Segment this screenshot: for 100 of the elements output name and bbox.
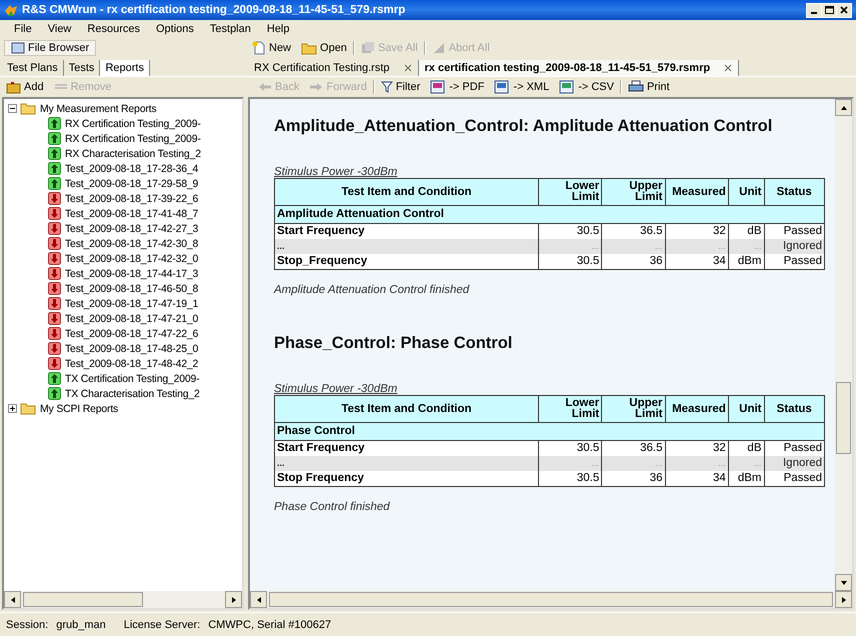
tree-item[interactable]: Test_2009-08-18_17-29-58_9 xyxy=(64,178,200,190)
column-header: Measured xyxy=(665,178,728,206)
table-cell: 32 xyxy=(665,224,728,239)
tree-item[interactable]: Test_2009-08-18_17-42-30_8 xyxy=(64,238,200,250)
collapse-icon[interactable] xyxy=(8,104,17,113)
down-arrow-icon xyxy=(48,192,61,205)
scrollbar-thumb[interactable] xyxy=(269,592,833,607)
down-arrow-icon xyxy=(48,297,61,310)
table-cell: 36 xyxy=(602,471,665,486)
menu-item[interactable]: Testplan xyxy=(202,23,259,35)
file-browser-button[interactable]: File Browser xyxy=(4,40,96,56)
export-icon xyxy=(494,80,510,94)
close-icon[interactable] xyxy=(724,64,732,72)
toolbar-button[interactable]: Add xyxy=(2,80,48,94)
tab[interactable]: Reports xyxy=(100,60,150,76)
maximize-button[interactable] xyxy=(822,4,836,16)
tree-item[interactable]: My Measurement Reports xyxy=(39,102,158,114)
column-header: Test Item and Condition xyxy=(274,178,538,206)
toolbar-button[interactable]: Filter xyxy=(376,80,424,94)
toolbar-button[interactable]: New xyxy=(248,40,296,56)
table-cell: 30.5 xyxy=(538,224,602,239)
toolbar-button[interactable]: Open xyxy=(297,40,351,56)
table-cell: 30.5 xyxy=(538,254,602,270)
menu-item[interactable]: View xyxy=(40,23,80,35)
up-arrow-icon xyxy=(48,177,61,190)
status-label: Session: xyxy=(6,618,48,630)
column-header: Upper Limit xyxy=(602,178,665,206)
maximize-icon xyxy=(824,6,834,14)
tree-item[interactable]: Test_2009-08-18_17-46-50_8 xyxy=(64,282,200,294)
menu-item[interactable]: File xyxy=(6,23,40,35)
down-arrow-icon xyxy=(48,342,61,355)
expand-icon[interactable] xyxy=(8,404,17,413)
down-arrow-icon xyxy=(48,222,61,235)
group-cell: Amplitude Attenuation Control xyxy=(274,206,824,224)
scroll-arrow-button[interactable] xyxy=(225,591,242,608)
tree-item[interactable]: Test_2009-08-18_17-28-36_4 xyxy=(64,162,200,174)
table-cell: ... xyxy=(538,456,602,471)
menu-item[interactable]: Options xyxy=(148,23,202,35)
close-button[interactable] xyxy=(837,4,851,16)
triangle-icon xyxy=(256,596,262,604)
tree-item[interactable]: My SCPI Reports xyxy=(39,402,120,414)
column-header: Measured xyxy=(665,396,728,422)
table-cell: ... xyxy=(602,239,665,254)
tree-item[interactable]: TX Characterisation Testing_2 xyxy=(64,388,201,400)
tree-item[interactable]: RX Characterisation Testing_2 xyxy=(64,148,202,160)
table-cell: Passed xyxy=(764,224,824,239)
scroll-arrow-button[interactable] xyxy=(835,99,852,116)
tree-item[interactable]: Test_2009-08-18_17-47-21_0 xyxy=(64,312,200,324)
tree-item[interactable]: RX Certification Testing_2009- xyxy=(64,132,202,144)
scrollbar-thumb[interactable] xyxy=(836,382,851,454)
tree-item[interactable]: Test_2009-08-18_17-42-32_0 xyxy=(64,252,200,264)
scroll-arrow-button[interactable] xyxy=(835,574,852,591)
triangle-icon xyxy=(840,104,848,110)
tab[interactable]: Test Plans xyxy=(2,60,64,76)
scrollbar-thumb[interactable] xyxy=(23,592,144,607)
remove-icon xyxy=(54,82,68,92)
toolbar-button[interactable]: Print xyxy=(624,79,674,95)
toolbar-button[interactable]: -> PDF xyxy=(426,79,488,95)
table-cell: dB xyxy=(728,224,764,239)
tree-item[interactable]: RX Certification Testing_2009- xyxy=(64,118,202,130)
column-header: Test Item and Condition xyxy=(274,396,538,422)
down-arrow-icon xyxy=(48,237,61,250)
stimulus-label: Stimulus Power -30dBm xyxy=(274,166,398,178)
toolbar-button[interactable]: -> XML xyxy=(490,79,554,95)
document-tab[interactable]: RX Certification Testing.rstp xyxy=(254,62,390,74)
tree-item[interactable]: Test_2009-08-18_17-48-42_2 xyxy=(64,358,200,370)
close-icon[interactable] xyxy=(404,64,412,72)
tree-item[interactable]: TX Certification Testing_2009- xyxy=(64,372,200,384)
tree-item[interactable]: Test_2009-08-18_17-44-17_3 xyxy=(64,268,200,280)
section-title: Phase_Control: Phase Control xyxy=(274,334,514,353)
folder-icon xyxy=(20,402,36,415)
table-cell: Ignored xyxy=(764,239,824,254)
table-cell: 36 xyxy=(602,254,665,270)
tree-item[interactable]: Test_2009-08-18_17-39-22_6 xyxy=(64,192,200,204)
folder-icon xyxy=(301,41,318,55)
tree-item[interactable]: Test_2009-08-18_17-47-22_6 xyxy=(64,328,200,340)
up-arrow-icon xyxy=(48,117,61,130)
table-cell: 30.5 xyxy=(538,440,602,456)
tree-item[interactable]: Test_2009-08-18_17-47-19_1 xyxy=(64,298,200,310)
tree-item[interactable]: Test_2009-08-18_17-48-25_0 xyxy=(64,342,200,354)
disks-icon xyxy=(360,41,375,55)
down-arrow-icon xyxy=(48,312,61,325)
up-arrow-icon xyxy=(48,132,61,145)
table-cell: ... xyxy=(274,456,538,471)
triangle-icon xyxy=(840,580,848,586)
section-title: Amplitude_Attenuation_Control: Amplitude Attenuation Control xyxy=(274,117,774,136)
menu-item[interactable]: Help xyxy=(258,23,298,35)
up-arrow-icon xyxy=(48,387,61,400)
tree-item[interactable]: Test_2009-08-18_17-42-27_3 xyxy=(64,222,200,234)
minimize-button[interactable] xyxy=(807,4,821,16)
tree-item[interactable]: Test_2009-08-18_17-41-48_7 xyxy=(64,208,200,220)
scroll-arrow-button[interactable] xyxy=(835,591,852,608)
scroll-arrow-button[interactable] xyxy=(4,591,21,608)
column-header: Upper Limit xyxy=(602,396,665,422)
folder-icon xyxy=(20,102,36,115)
status-value: CMWPC, Serial #100627 xyxy=(208,618,332,630)
menu-item[interactable]: Resources xyxy=(79,23,148,35)
triangle-icon xyxy=(10,596,16,604)
scroll-arrow-button[interactable] xyxy=(250,591,267,608)
toolbar-button[interactable]: -> CSV xyxy=(555,79,618,95)
